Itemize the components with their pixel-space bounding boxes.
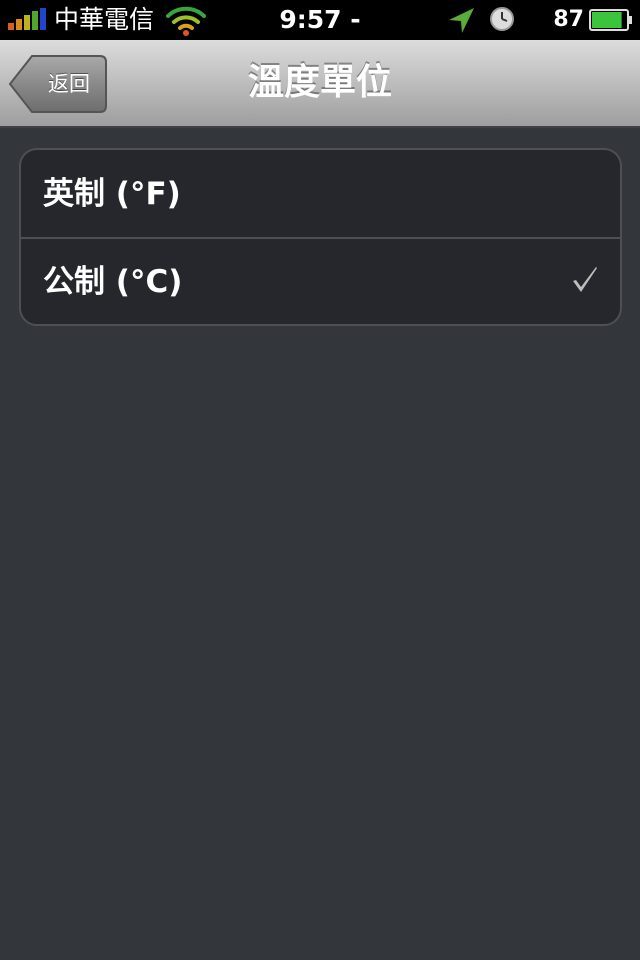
checkmark-icon — [573, 267, 597, 292]
location-icon — [449, 8, 474, 33]
status-bar: 中華電信 9:57 - 159MB 87 % — [0, 0, 640, 68]
back-button-label: 返回 — [48, 72, 90, 96]
signal-icon — [8, 8, 48, 30]
back-button[interactable]: 返回 — [8, 54, 108, 114]
wifi-icon — [166, 6, 206, 36]
option-label: 英制 (°F) — [43, 176, 181, 212]
option-fahrenheit[interactable]: 英制 (°F) — [21, 150, 620, 239]
option-celsius[interactable]: 公制 (°C) — [21, 238, 620, 324]
carrier-name: 中華電信 — [54, 5, 155, 34]
temperature-unit-options: 英制 (°F) 公制 (°C) — [19, 148, 622, 326]
navigation-bar: 返回 溫度單位 — [0, 40, 640, 128]
option-label: 公制 (°C) — [43, 264, 183, 300]
page-title: 溫度單位 — [247, 62, 392, 103]
clock-icon — [490, 7, 514, 31]
battery-icon — [589, 9, 632, 31]
